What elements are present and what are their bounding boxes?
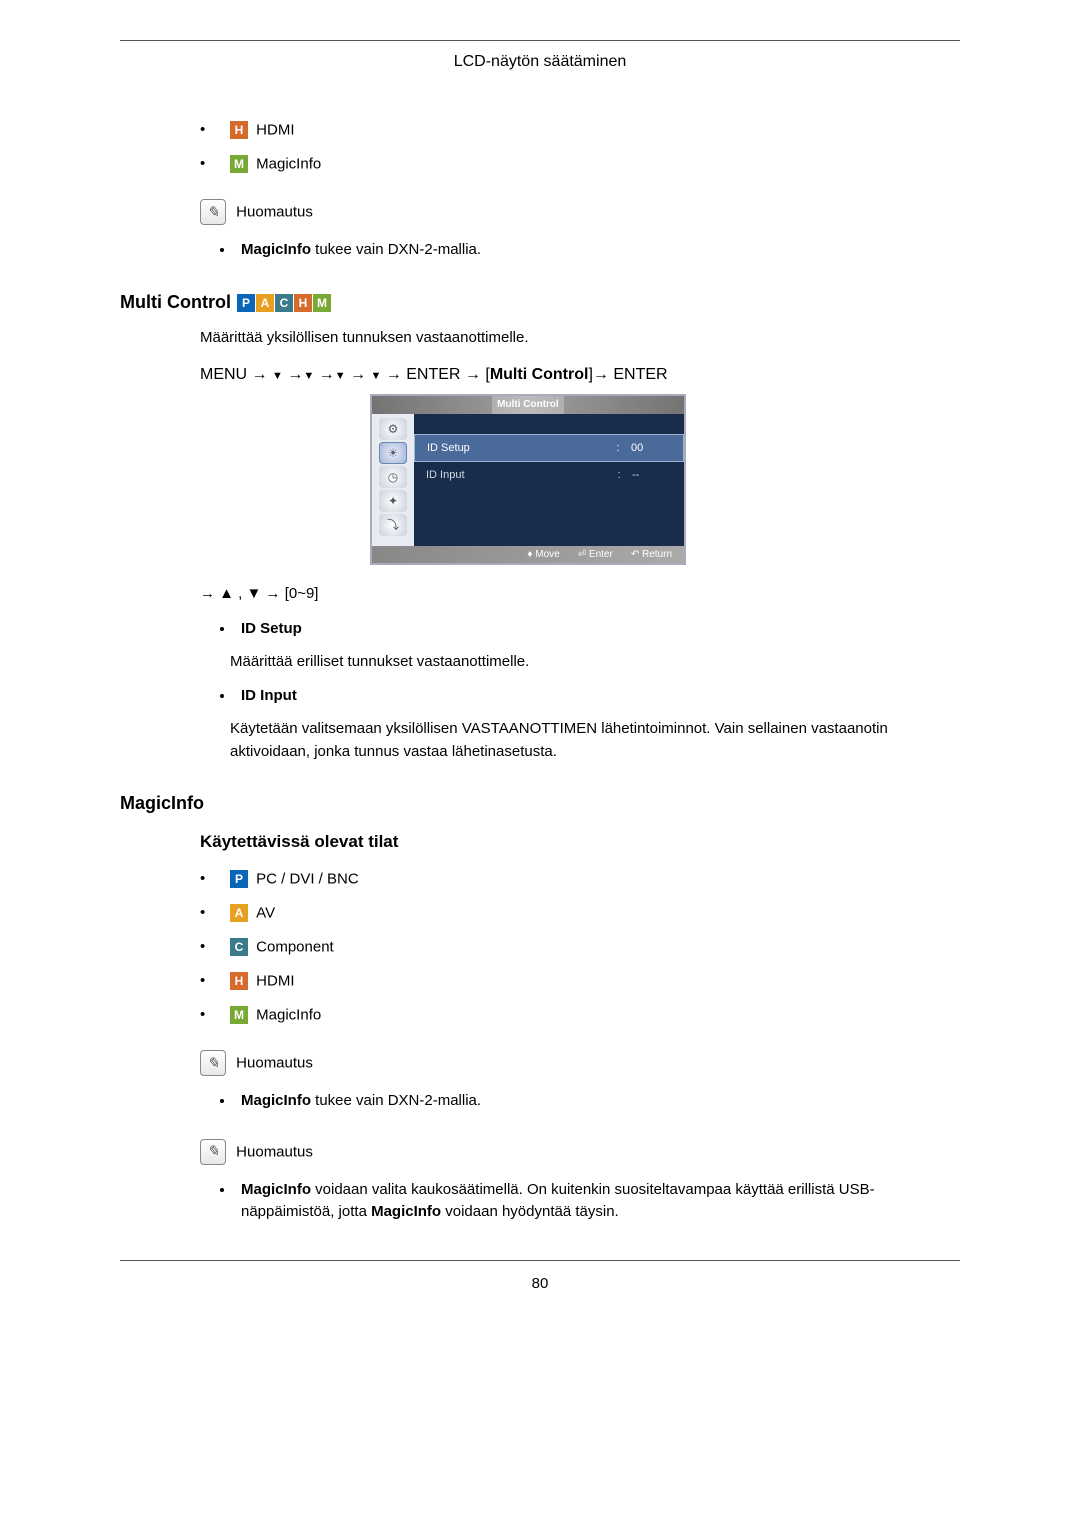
mode-list: P PC / DVI / BNC A AV C Component H HDMI… <box>200 870 960 1024</box>
p-icon: P <box>230 870 248 888</box>
osd-row-id-setup: ID Setup : 00 <box>414 434 684 462</box>
mode-item-pc: P PC / DVI / BNC <box>200 870 960 888</box>
note-list-1: MagicInfo tukee vain DXN-2-mallia. <box>235 239 960 262</box>
osd-title: Multi Control <box>497 399 559 410</box>
h-icon: H <box>230 121 248 139</box>
m-icon: M <box>313 294 331 312</box>
note-label: Huomautus <box>236 204 313 221</box>
mode-item-magicinfo: M MagicInfo <box>200 1006 960 1024</box>
available-modes-heading: Käytettävissä olevat tilat <box>200 832 960 852</box>
h-icon: H <box>294 294 312 312</box>
m-icon: M <box>230 1006 248 1024</box>
menu-path: MENU → → → → → ENTER → [Multi Control]→ … <box>200 366 960 384</box>
p-icon: P <box>237 294 255 312</box>
mode-item-magicinfo: M MagicInfo <box>200 155 960 173</box>
range-line: → ▲ , ▼ → [0~9] <box>200 585 960 602</box>
note-list-3: MagicInfo voidaan valita kaukosäätimellä… <box>235 1179 960 1224</box>
osd-side-icon: ⚙ <box>379 418 407 440</box>
top-mode-list: H HDMI M MagicInfo <box>200 121 960 173</box>
subitem-id-input: ID Input <box>235 687 960 704</box>
osd-sidebar: ⚙ ☀ ◷ ✦ ⤵ <box>372 414 414 546</box>
osd-multi-control: Multi Control ⚙ ☀ ◷ ✦ ⤵ ID Setup : 00 ID… <box>370 394 686 565</box>
osd-row-label: ID Setup <box>427 442 605 454</box>
note-label: Huomautus <box>236 1143 313 1160</box>
page-header: LCD-näytön säätäminen <box>120 53 960 81</box>
osd-row-label: ID Input <box>426 469 606 481</box>
mode-label: AV <box>256 905 275 922</box>
osd-row-sep: : <box>614 469 624 481</box>
mode-label: MagicInfo <box>256 1007 321 1024</box>
c-icon: C <box>275 294 293 312</box>
note-block-2: ✎ Huomautus <box>200 1050 960 1076</box>
mode-label: MagicInfo <box>256 156 321 173</box>
osd-main: ID Setup : 00 ID Input : -- <box>414 414 684 546</box>
osd-side-icon: ✦ <box>379 490 407 512</box>
id-setup-desc: Määrittää erilliset tunnukset vastaanott… <box>230 651 960 674</box>
osd-footer: ♦ Move ⏎ Enter ↶ Return <box>372 546 684 563</box>
note-block-3: ✎ Huomautus <box>200 1139 960 1165</box>
h-icon: H <box>230 972 248 990</box>
mode-label: PC / DVI / BNC <box>256 871 359 888</box>
note-item: MagicInfo tukee vain DXN-2-mallia. <box>235 239 960 262</box>
subitem-id-setup: ID Setup <box>235 620 960 637</box>
osd-side-icon: ⤵ <box>379 514 407 536</box>
mode-label: HDMI <box>256 973 294 990</box>
osd-row-sep: : <box>613 442 623 454</box>
osd-footer-return: ↶ Return <box>631 549 672 560</box>
a-icon: A <box>256 294 274 312</box>
note-item: MagicInfo voidaan valita kaukosäätimellä… <box>235 1179 960 1224</box>
note-block-1: ✎ Huomautus <box>200 199 960 225</box>
magicinfo-heading: MagicInfo <box>120 793 960 814</box>
osd-side-icon: ◷ <box>379 466 407 488</box>
note-list-2: MagicInfo tukee vain DXN-2-mallia. <box>235 1090 960 1113</box>
id-input-desc: Käytetään valitsemaan yksilöllisen VASTA… <box>230 718 960 763</box>
multi-control-heading: Multi Control PACHM <box>120 292 960 313</box>
multi-control-description: Määrittää yksilöllisen tunnuksen vastaan… <box>200 327 960 348</box>
osd-footer-enter: ⏎ Enter <box>578 549 613 560</box>
page-number: 80 <box>0 1275 1080 1292</box>
m-icon: M <box>230 155 248 173</box>
mode-item-hdmi: H HDMI <box>200 121 960 139</box>
osd-row-value: -- <box>632 469 672 481</box>
mode-item-component: C Component <box>200 938 960 956</box>
osd-row-value: 00 <box>631 442 671 454</box>
note-item: MagicInfo tukee vain DXN-2-mallia. <box>235 1090 960 1113</box>
osd-row-id-input: ID Input : -- <box>414 462 684 488</box>
note-label: Huomautus <box>236 1055 313 1072</box>
mode-label: Component <box>256 939 334 956</box>
mode-item-av: A AV <box>200 904 960 922</box>
osd-footer-move: ♦ Move <box>527 549 559 560</box>
c-icon: C <box>230 938 248 956</box>
note-icon: ✎ <box>200 199 226 225</box>
mode-label: HDMI <box>256 122 294 139</box>
osd-titlebar: Multi Control <box>372 396 684 414</box>
osd-side-icon: ☀ <box>379 442 407 464</box>
a-icon: A <box>230 904 248 922</box>
mode-item-hdmi: H HDMI <box>200 972 960 990</box>
note-icon: ✎ <box>200 1139 226 1165</box>
note-icon: ✎ <box>200 1050 226 1076</box>
